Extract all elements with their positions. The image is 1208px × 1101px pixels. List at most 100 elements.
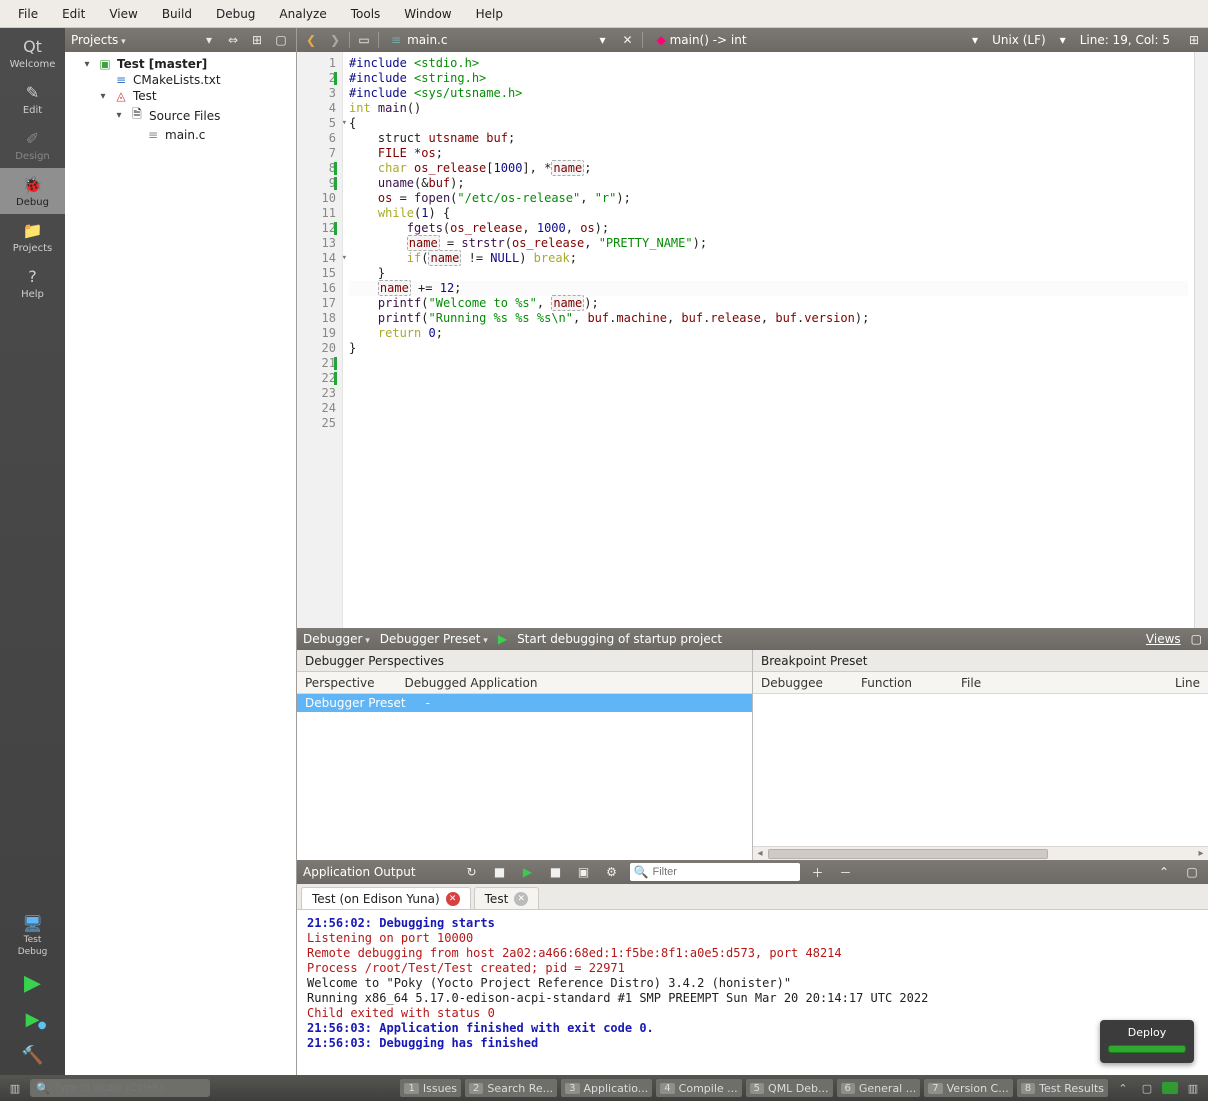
- play-icon[interactable]: ▶: [498, 632, 507, 646]
- output-pane-1[interactable]: 1Issues: [400, 1079, 461, 1097]
- close-sidebar-icon[interactable]: ▢: [272, 33, 290, 47]
- output-tab[interactable]: Test✕: [474, 887, 540, 909]
- output-toolbar: Application Output ↻ ■ ▶ ■ ▣ ⚙ 🔍 ＋ － ⌃ ▢: [297, 860, 1208, 884]
- line-gutter[interactable]: 12345▾67891011121314▾1516171819202122232…: [297, 52, 343, 628]
- col-header[interactable]: Function: [861, 676, 931, 690]
- output-pane-6[interactable]: 6General ...: [837, 1079, 921, 1097]
- tree-item-sources[interactable]: Source Files: [149, 109, 220, 123]
- views-dropdown[interactable]: Views: [1146, 632, 1181, 646]
- menu-window[interactable]: Window: [392, 3, 463, 25]
- editor-toolbar: ❮ ❯ ▭ ≡ main.c ▾ ✕ ◆ main() -> int ▾ Uni…: [297, 28, 1208, 52]
- mode-welcome[interactable]: QtWelcome: [0, 30, 65, 76]
- back-button[interactable]: ❮: [301, 33, 321, 47]
- output-pane-4[interactable]: 4Compile ...: [656, 1079, 741, 1097]
- maximize-icon[interactable]: ▢: [1182, 865, 1202, 879]
- split-editor-icon[interactable]: ⊞: [1184, 33, 1204, 47]
- col-header[interactable]: Perspective: [305, 676, 375, 690]
- output-pane-2[interactable]: 2Search Re...: [465, 1079, 557, 1097]
- toggle-output-icon[interactable]: ⌃: [1114, 1082, 1132, 1095]
- trash-icon[interactable]: ▣: [574, 865, 594, 879]
- tree-item-target[interactable]: Test: [133, 89, 157, 103]
- close-icon[interactable]: ✕: [446, 892, 460, 906]
- chevron-down-icon[interactable]: ▾: [599, 33, 605, 47]
- menu-view[interactable]: View: [97, 3, 149, 25]
- debugger-perspectives-pane[interactable]: Debugger Perspectives Perspective Debugg…: [297, 650, 753, 860]
- col-header[interactable]: Debuggee: [761, 676, 831, 690]
- sidebar-toggle-icon[interactable]: ▥: [6, 1082, 24, 1095]
- scrollbar-vertical[interactable]: [1194, 52, 1208, 628]
- filter-input[interactable]: [653, 866, 796, 878]
- cursor-position[interactable]: Line: 19, Col: 5: [1070, 33, 1180, 47]
- mode-edit[interactable]: ✎Edit: [0, 76, 65, 122]
- gear-icon[interactable]: ⚙: [602, 865, 622, 879]
- output-filter[interactable]: 🔍: [630, 863, 800, 881]
- close-tab-button[interactable]: ✕: [618, 33, 638, 47]
- locator[interactable]: 🔍: [30, 1079, 210, 1097]
- project-tree[interactable]: ▾▣Test [master] ≡CMakeLists.txt ▾◬Test ▾…: [65, 52, 296, 1075]
- close-icon[interactable]: ✕: [514, 892, 528, 906]
- link-icon[interactable]: ⇔: [224, 33, 242, 47]
- col-header[interactable]: Line: [1175, 676, 1200, 690]
- chevron-down-icon[interactable]: ▾: [1060, 33, 1066, 47]
- output-pane-7[interactable]: 7Version C...: [924, 1079, 1013, 1097]
- open-file-tab[interactable]: ≡ main.c ▾: [383, 28, 614, 52]
- debugger-dropdown[interactable]: Debugger: [303, 632, 370, 646]
- bookmark-icon[interactable]: ▭: [354, 33, 374, 47]
- debug-run-button[interactable]: ▶●: [23, 1009, 43, 1029]
- chevron-down-icon[interactable]: ▾: [972, 33, 978, 47]
- help-icon: ?: [23, 267, 43, 287]
- forward-button[interactable]: ❯: [325, 33, 345, 47]
- symbol-selector[interactable]: ◆ main() -> int: [647, 33, 757, 47]
- tree-item-cmake[interactable]: CMakeLists.txt: [133, 73, 221, 87]
- mode-debug[interactable]: 🐞Debug: [0, 168, 65, 214]
- col-header[interactable]: Debugged Application: [405, 676, 538, 690]
- restore-icon[interactable]: ▢: [1191, 632, 1202, 646]
- preset-dropdown[interactable]: Debugger Preset: [380, 632, 488, 646]
- code-area[interactable]: #include <stdio.h>#include <string.h>#in…: [343, 52, 1194, 628]
- stop2-icon[interactable]: ■: [546, 865, 566, 879]
- project-name[interactable]: Test [master]: [117, 57, 207, 71]
- application-output-console[interactable]: 21:56:02: Debugging startsListening on p…: [297, 910, 1208, 1075]
- build-button[interactable]: 🔨: [23, 1045, 43, 1065]
- sidebar-selector[interactable]: Projects: [71, 33, 126, 47]
- zoom-out-icon[interactable]: －: [836, 864, 856, 881]
- menu-debug[interactable]: Debug: [204, 3, 267, 25]
- encoding-selector[interactable]: Unix (LF): [982, 33, 1056, 47]
- kit-label: Test: [24, 935, 42, 945]
- col-header[interactable]: File: [961, 676, 1145, 690]
- perspective-row[interactable]: Debugger Preset -: [297, 694, 752, 712]
- output-pane-8[interactable]: 8Test Results: [1017, 1079, 1108, 1097]
- output-pane-5[interactable]: 5QML Deb...: [746, 1079, 833, 1097]
- zoom-in-icon[interactable]: ＋: [808, 864, 828, 881]
- kit-selector[interactable]: 🖥 Test Debug: [0, 913, 65, 957]
- mode-help[interactable]: ?Help: [0, 260, 65, 306]
- right-sidebar-icon[interactable]: ▥: [1184, 1082, 1202, 1095]
- output-tab[interactable]: Test (on Edison Yuna)✕: [301, 887, 471, 909]
- menu-tools[interactable]: Tools: [339, 3, 393, 25]
- filter-icon[interactable]: ▾: [200, 33, 218, 47]
- stop-icon[interactable]: ■: [490, 865, 510, 879]
- menu-edit[interactable]: Edit: [50, 3, 97, 25]
- split-icon[interactable]: ⊞: [248, 33, 266, 47]
- run-button[interactable]: ▶: [23, 973, 43, 993]
- menu-file[interactable]: File: [6, 3, 50, 25]
- mode-design[interactable]: ✐Design: [0, 122, 65, 168]
- rerun-icon[interactable]: ↻: [462, 865, 482, 879]
- start-debug-action[interactable]: Start debugging of startup project: [517, 632, 722, 646]
- tree-item-mainc[interactable]: main.c: [165, 128, 205, 142]
- deploy-toast[interactable]: Deploy: [1100, 1020, 1194, 1063]
- menu-help[interactable]: Help: [464, 3, 515, 25]
- breakpoint-preset-pane[interactable]: Breakpoint Preset Debuggee Function File…: [753, 650, 1208, 860]
- attach-icon[interactable]: ▶: [518, 865, 538, 879]
- close-output-icon[interactable]: ▢: [1138, 1082, 1156, 1095]
- menu-analyze[interactable]: Analyze: [267, 3, 338, 25]
- progress-bar: [1108, 1045, 1186, 1053]
- collapse-icon[interactable]: ⌃: [1154, 865, 1174, 879]
- progress-icon[interactable]: [1162, 1082, 1178, 1094]
- locator-input[interactable]: [54, 1082, 204, 1094]
- scrollbar-horizontal[interactable]: ◂▸: [753, 846, 1208, 860]
- code-editor[interactable]: 12345▾67891011121314▾1516171819202122232…: [297, 52, 1208, 628]
- mode-projects[interactable]: 📁Projects: [0, 214, 65, 260]
- output-pane-3[interactable]: 3Applicatio...: [561, 1079, 652, 1097]
- menu-build[interactable]: Build: [150, 3, 204, 25]
